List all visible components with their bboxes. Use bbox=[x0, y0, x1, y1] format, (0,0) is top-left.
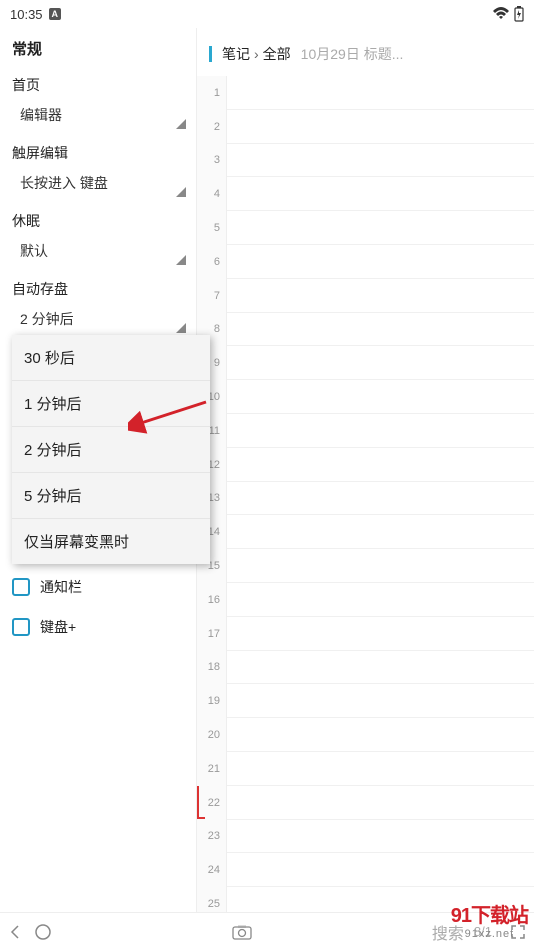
setting-label-autosave: 自动存盘 bbox=[0, 269, 196, 303]
battery-icon bbox=[514, 6, 524, 22]
dropdown-item[interactable]: 5 分钟后 bbox=[12, 473, 210, 519]
cursor-marker bbox=[197, 786, 205, 819]
page-indicator: 8/1 bbox=[474, 924, 492, 939]
gutter-line: 25 bbox=[197, 887, 226, 912]
breadcrumb-notes[interactable]: 笔记 bbox=[222, 44, 250, 64]
gutter-line: 3 bbox=[197, 144, 226, 178]
editor-line[interactable] bbox=[227, 651, 534, 685]
gutter-line: 5 bbox=[197, 211, 226, 245]
checkbox-row-keyboard[interactable]: 键盘+ bbox=[0, 607, 196, 647]
editor-line[interactable] bbox=[227, 786, 534, 820]
gutter-line: 17 bbox=[197, 617, 226, 651]
badge-icon: A bbox=[49, 8, 62, 20]
checkbox-label: 键盘+ bbox=[40, 617, 76, 637]
editor-line[interactable] bbox=[227, 752, 534, 786]
circle-icon[interactable] bbox=[34, 923, 52, 941]
editor-lines[interactable] bbox=[227, 76, 534, 912]
editor-line[interactable] bbox=[227, 515, 534, 549]
checkbox-icon bbox=[12, 578, 30, 596]
gutter-line: 6 bbox=[197, 245, 226, 279]
chevron-right-icon: › bbox=[254, 46, 259, 62]
dropdown-item[interactable]: 仅当屏幕变黑时 bbox=[12, 519, 210, 564]
editor-line[interactable] bbox=[227, 448, 534, 482]
breadcrumb[interactable]: 笔记 › 全部 10月29日 标题... bbox=[197, 28, 534, 76]
dropdown-item[interactable]: 1 分钟后 bbox=[12, 381, 210, 427]
back-icon[interactable] bbox=[8, 924, 24, 940]
status-bar: 10:35 A bbox=[0, 0, 534, 28]
gutter-line: 21 bbox=[197, 752, 226, 786]
gutter-line: 20 bbox=[197, 718, 226, 752]
gutter-line: 19 bbox=[197, 684, 226, 718]
gutter-line: 23 bbox=[197, 820, 226, 854]
checkbox-icon bbox=[12, 618, 30, 636]
editor-line[interactable] bbox=[227, 820, 534, 854]
editor-line[interactable] bbox=[227, 853, 534, 887]
spinner-autosave[interactable]: 2 分钟后 bbox=[16, 303, 188, 335]
editor-line[interactable] bbox=[227, 110, 534, 144]
expand-icon[interactable] bbox=[510, 924, 526, 940]
setting-label-home: 首页 bbox=[0, 65, 196, 99]
breadcrumb-info: 10月29日 标题... bbox=[301, 44, 404, 64]
editor-line[interactable] bbox=[227, 76, 534, 110]
editor-line[interactable] bbox=[227, 617, 534, 651]
gutter-line: 24 bbox=[197, 853, 226, 887]
wifi-icon bbox=[492, 7, 510, 21]
editor-line[interactable] bbox=[227, 245, 534, 279]
editor-content: 笔记 › 全部 10月29日 标题... 1234567891011121314… bbox=[196, 28, 534, 912]
setting-label-touch: 触屏编辑 bbox=[0, 133, 196, 167]
gutter-line: 18 bbox=[197, 651, 226, 685]
editor-line[interactable] bbox=[227, 414, 534, 448]
bottom-toolbar: 搜索 8/1 bbox=[0, 912, 534, 950]
breadcrumb-marker bbox=[209, 46, 212, 62]
gutter-line: 2 bbox=[197, 110, 226, 144]
checkbox-label: 通知栏 bbox=[40, 577, 82, 597]
spinner-touch[interactable]: 长按进入 键盘 bbox=[16, 167, 188, 199]
editor-line[interactable] bbox=[227, 549, 534, 583]
editor-line[interactable] bbox=[227, 718, 534, 752]
editor-line[interactable] bbox=[227, 144, 534, 178]
gutter-line: 4 bbox=[197, 177, 226, 211]
checkbox-row-notification[interactable]: 通知栏 bbox=[0, 567, 196, 607]
dropdown-item[interactable]: 2 分钟后 bbox=[12, 427, 210, 473]
editor-line[interactable] bbox=[227, 482, 534, 516]
autosave-dropdown[interactable]: 30 秒后1 分钟后2 分钟后5 分钟后仅当屏幕变黑时 bbox=[12, 335, 210, 564]
editor-line[interactable] bbox=[227, 583, 534, 617]
gutter-line: 7 bbox=[197, 279, 226, 313]
dropdown-item[interactable]: 30 秒后 bbox=[12, 335, 210, 381]
section-title: 常规 bbox=[0, 28, 196, 65]
breadcrumb-all[interactable]: 全部 bbox=[263, 44, 291, 64]
setting-label-sleep: 休眠 bbox=[0, 201, 196, 235]
camera-icon[interactable] bbox=[232, 924, 252, 940]
editor-line[interactable] bbox=[227, 887, 534, 912]
editor-line[interactable] bbox=[227, 313, 534, 347]
gutter-line: 1 bbox=[197, 76, 226, 110]
editor-line[interactable] bbox=[227, 177, 534, 211]
note-area[interactable]: 1234567891011121314151617181920212223242… bbox=[197, 76, 534, 912]
editor-line[interactable] bbox=[227, 279, 534, 313]
editor-line[interactable] bbox=[227, 380, 534, 414]
status-time: 10:35 bbox=[10, 7, 43, 22]
editor-line[interactable] bbox=[227, 684, 534, 718]
spinner-home[interactable]: 编辑器 bbox=[16, 99, 188, 131]
gutter-line: 16 bbox=[197, 583, 226, 617]
search-label[interactable]: 搜索 bbox=[432, 920, 464, 944]
editor-line[interactable] bbox=[227, 211, 534, 245]
editor-line[interactable] bbox=[227, 346, 534, 380]
spinner-sleep[interactable]: 默认 bbox=[16, 235, 188, 267]
